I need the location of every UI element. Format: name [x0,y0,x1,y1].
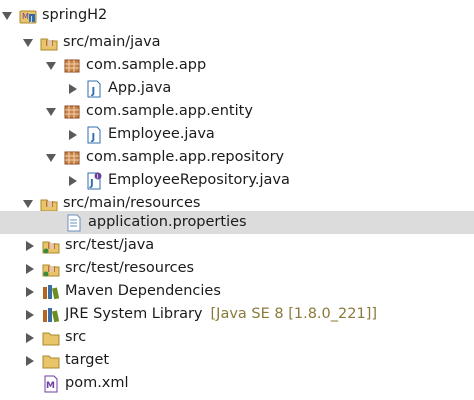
expand-arrow-icon[interactable] [25,263,35,274]
tree-node-label: application.properties [88,214,247,230]
tree-node-label: EmployeeRepository.java [108,172,290,188]
tree-node-label: Maven Dependencies [65,283,221,299]
tree-node-label: com.sample.app [86,57,207,73]
jre-version-decoration: [Java SE 8 [1.8.0_221]] [210,306,378,322]
tree-node-src[interactable]: src [0,326,474,349]
library-icon [42,283,60,301]
source-folder-icon [42,237,60,255]
tree-node-label: target [65,352,110,368]
tree-node-label: com.sample.app.entity [86,103,253,119]
tree-node-employee-java[interactable]: J Employee.java [0,123,474,146]
package-icon [63,103,81,121]
svg-text:J: J [91,86,96,97]
tree-node-jre-system-library[interactable]: JRE System Library [Java SE 8 [1.8.0_221… [0,303,474,326]
tree-node-label: src [65,329,87,345]
java-interface-file-icon: JI [85,172,103,190]
tree-node-src-test-java[interactable]: src/test/java [0,234,474,257]
collapse-arrow-icon[interactable] [23,199,33,209]
collapse-arrow-icon[interactable] [46,107,56,117]
expand-arrow-icon[interactable] [25,332,35,343]
folder-icon [42,352,60,370]
expand-arrow-icon[interactable] [25,240,35,251]
java-file-icon: J [85,126,103,144]
tree-node-label: src/main/java [63,34,161,50]
collapse-arrow-icon[interactable] [2,11,12,21]
svg-text:M: M [22,12,29,21]
tree-node-pom-xml[interactable]: M pom.xml [0,372,474,395]
tree-node-package-com-sample-app-repository[interactable]: com.sample.app.repository [0,146,474,169]
expand-arrow-icon[interactable] [25,286,35,297]
properties-file-icon [65,214,83,232]
svg-text:J: J [30,15,33,23]
expand-arrow-icon[interactable] [68,129,78,140]
svg-text:J: J [91,132,96,143]
library-icon [42,306,60,324]
tree-node-label: com.sample.app.repository [86,149,285,165]
source-folder-icon [40,34,58,52]
expand-arrow-icon[interactable] [68,83,78,94]
svg-text:M: M [46,381,55,391]
tree-node-application-properties[interactable]: application.properties [0,211,474,234]
svg-text:J: J [89,178,94,189]
source-folder-icon [40,195,58,213]
folder-icon [42,329,60,347]
tree-node-label: pom.xml [65,375,129,391]
tree-node-label: Employee.java [108,126,215,142]
collapse-arrow-icon[interactable] [46,153,56,163]
project-explorer-tree: MJ springH2 src/main/java com.sample.app… [0,0,474,400]
tree-node-label: JRE System Library [65,306,203,322]
tree-node-package-com-sample-app[interactable]: com.sample.app [0,54,474,77]
tree-node-label: springH2 [42,7,108,23]
expand-arrow-icon[interactable] [25,355,35,366]
package-icon [63,57,81,75]
collapse-arrow-icon[interactable] [46,61,56,71]
tree-node-label: src/test/resources [65,260,195,276]
tree-node-label: src/test/java [65,237,155,253]
tree-node-src-test-resources[interactable]: src/test/resources [0,257,474,280]
package-icon [63,149,81,167]
svg-text:I: I [97,173,99,180]
expand-arrow-icon[interactable] [25,309,35,320]
expand-arrow-icon[interactable] [68,175,78,186]
tree-node-src-main-java[interactable]: src/main/java [0,31,474,54]
tree-node-employeerepository-java[interactable]: JI EmployeeRepository.java [0,169,474,192]
java-file-icon: J [85,80,103,98]
tree-node-label: App.java [108,80,172,96]
tree-node-maven-dependencies[interactable]: Maven Dependencies [0,280,474,303]
tree-node-app-java[interactable]: J App.java [0,77,474,100]
collapse-arrow-icon[interactable] [23,38,33,48]
tree-node-target[interactable]: target [0,349,474,372]
maven-pom-icon: M [42,375,60,393]
tree-node-springh2[interactable]: MJ springH2 [0,4,474,27]
source-folder-icon [42,260,60,278]
tree-node-package-com-sample-app-entity[interactable]: com.sample.app.entity [0,100,474,123]
maven-project-icon: MJ [19,7,37,25]
